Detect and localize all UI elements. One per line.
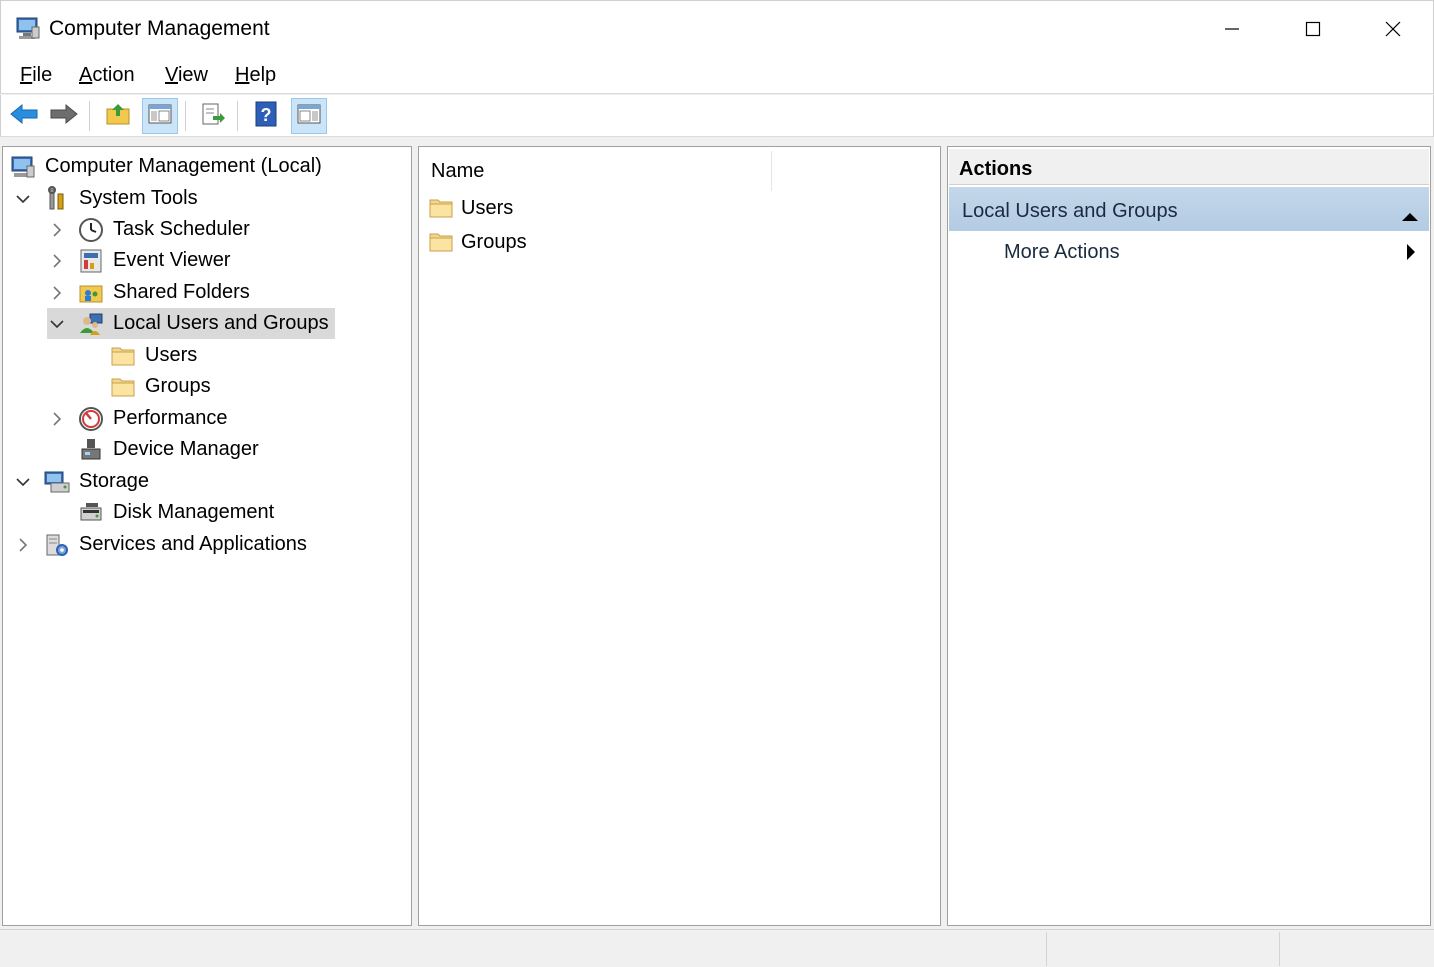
folder-icon [109, 373, 137, 401]
actions-section-header[interactable]: Local Users and Groups [949, 187, 1429, 231]
tree-item-label: Local Users and Groups [113, 312, 329, 334]
menu-help[interactable]: Help [235, 64, 276, 87]
toolbar-separator [89, 101, 90, 131]
tree-item-storage[interactable]: Storage [13, 466, 149, 497]
toolbar: ? [0, 95, 1434, 137]
console-tree-pane: Computer Management (Local) System Tools… [2, 146, 412, 926]
event-viewer-icon [77, 247, 105, 275]
list-item[interactable]: Groups [427, 226, 527, 258]
menu-file[interactable]: File [20, 64, 52, 87]
tree-item-disk-management[interactable]: Disk Management [77, 497, 274, 528]
minimize-button[interactable] [1192, 1, 1272, 57]
column-header-name[interactable]: Name [431, 160, 484, 183]
menu-bar: File Action View Help [0, 56, 1434, 94]
tree-item-task-scheduler[interactable]: Task Scheduler [47, 214, 250, 245]
clock-icon [77, 216, 105, 244]
tree-item-event-viewer[interactable]: Event Viewer [47, 245, 230, 276]
tree-item-label: Storage [79, 470, 150, 492]
menu-action[interactable]: Action [79, 64, 135, 87]
menu-view[interactable]: View [165, 64, 208, 87]
shared-folder-icon [77, 279, 105, 307]
tree-item-label: Task Scheduler [113, 218, 250, 240]
system-tools-icon [43, 185, 71, 213]
list-header: Name [419, 147, 940, 197]
show-hide-action-pane-icon [296, 102, 322, 131]
tree-item-label: Services and Applications [79, 533, 307, 555]
tree-item-label: Event Viewer [113, 249, 231, 271]
tree-item-groups[interactable]: Groups [109, 371, 211, 402]
forward-button[interactable] [46, 98, 82, 134]
performance-icon [77, 405, 105, 433]
folder-icon [427, 194, 455, 222]
collapse-up-icon[interactable] [1401, 205, 1419, 228]
services-icon [43, 531, 71, 559]
more-actions-item[interactable]: More Actions [1004, 241, 1120, 264]
status-bar-divider [1279, 932, 1280, 966]
chevron-right-icon[interactable] [47, 283, 67, 303]
chevron-right-icon[interactable] [47, 251, 67, 271]
list-item-label: Users [461, 196, 514, 219]
tree-item-label: Performance [113, 407, 228, 429]
show-hide-action-pane-button[interactable] [291, 98, 327, 134]
up-one-level-button[interactable] [100, 98, 136, 134]
chevron-down-icon[interactable] [13, 472, 33, 492]
svg-text:?: ? [261, 105, 272, 125]
actions-section-label: Local Users and Groups [962, 200, 1178, 222]
tree-item-label: Computer Management (Local) [45, 155, 322, 177]
tree-item-local-users-and-groups[interactable]: Local Users and Groups [47, 308, 335, 339]
list-item[interactable]: Users [427, 192, 513, 224]
storage-icon [43, 468, 71, 496]
computer-management-icon [9, 153, 37, 181]
chevron-right-icon[interactable] [47, 220, 67, 240]
close-button[interactable] [1353, 1, 1433, 57]
tree-item-users[interactable]: Users [109, 340, 197, 371]
status-bar-divider [1046, 932, 1047, 966]
users-group-icon [77, 310, 105, 338]
show-hide-console-tree-button[interactable] [142, 98, 178, 134]
results-pane: Name Users Groups [418, 146, 941, 926]
status-bar [0, 929, 1434, 967]
tree-item-device-manager[interactable]: Device Manager [77, 434, 259, 465]
tree-item-system-tools[interactable]: System Tools [13, 183, 198, 214]
actions-pane: Actions Local Users and Groups More Acti… [947, 146, 1431, 926]
folder-icon [109, 342, 137, 370]
back-arrow-icon [9, 102, 39, 131]
list-item-label: Groups [461, 230, 527, 253]
tree-item-label: Groups [145, 375, 211, 397]
toolbar-separator [237, 101, 238, 131]
tree-item-label: Shared Folders [113, 281, 250, 303]
help-icon: ? [254, 101, 278, 132]
tree-item-label: Disk Management [113, 501, 275, 523]
export-list-button[interactable] [195, 98, 231, 134]
submenu-arrow-icon [1406, 243, 1416, 266]
tree-item-label: Users [145, 344, 198, 366]
chevron-down-icon[interactable] [47, 314, 67, 334]
chevron-right-icon[interactable] [13, 535, 33, 555]
tree-item-shared-folders[interactable]: Shared Folders [47, 277, 250, 308]
show-hide-console-tree-icon [147, 102, 173, 131]
forward-arrow-icon [49, 102, 79, 131]
toolbar-separator [185, 101, 186, 131]
disk-management-icon [77, 499, 105, 527]
chevron-down-icon[interactable] [13, 189, 33, 209]
tree-item-label: Device Manager [113, 438, 259, 460]
folder-icon [427, 228, 455, 256]
tree-item-performance[interactable]: Performance [47, 403, 228, 434]
column-divider[interactable] [771, 151, 772, 191]
computer-management-icon [15, 15, 41, 41]
actions-title: Actions [949, 149, 1429, 185]
tree-item-computer-management[interactable]: Computer Management (Local) [9, 151, 322, 182]
device-manager-icon [77, 436, 105, 464]
tree-item-label: System Tools [79, 187, 198, 209]
up-folder-icon [105, 102, 131, 131]
chevron-right-icon[interactable] [47, 409, 67, 429]
export-list-icon [200, 102, 226, 131]
tree-item-services-and-applications[interactable]: Services and Applications [13, 529, 307, 560]
title-bar: Computer Management [0, 0, 1434, 56]
maximize-button[interactable] [1273, 1, 1353, 57]
window-title: Computer Management [49, 17, 270, 40]
help-button[interactable]: ? [248, 98, 284, 134]
back-button[interactable] [6, 98, 42, 134]
